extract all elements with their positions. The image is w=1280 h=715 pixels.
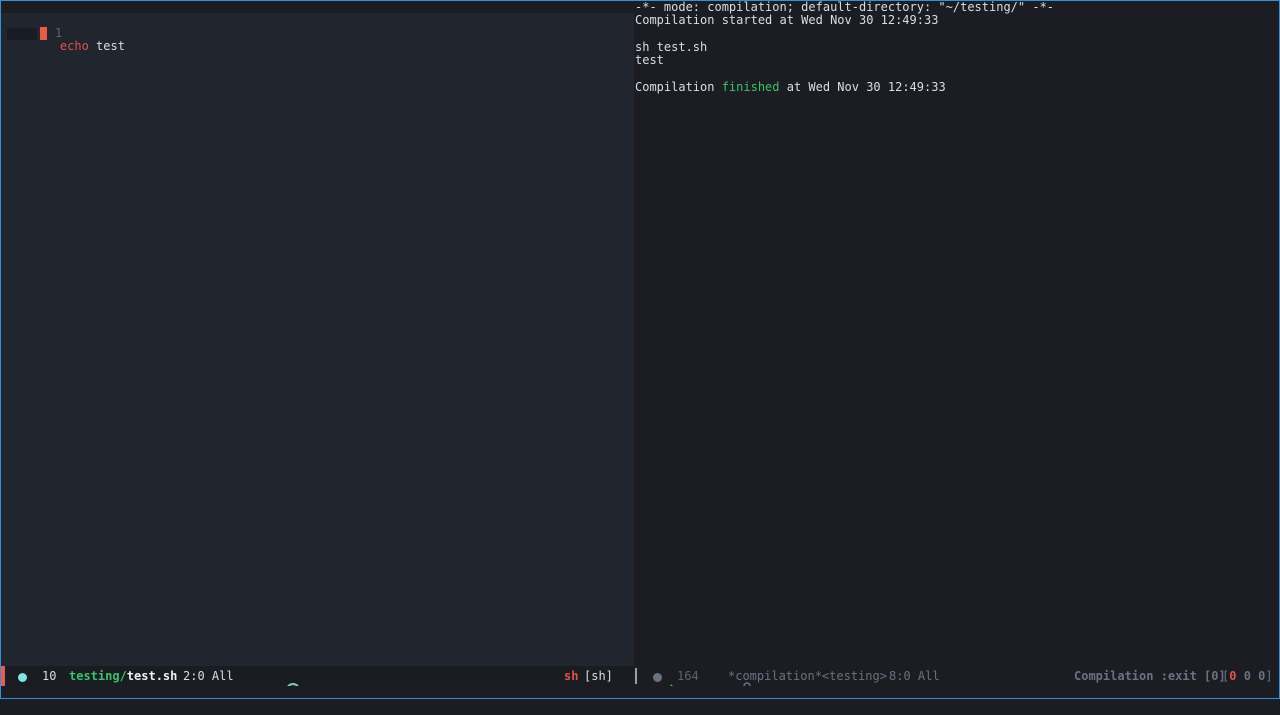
mode-line: 10 testing/test.sh 2:0 All sh [sh] 164 *… xyxy=(1,666,1279,698)
finished-suffix: at Wed Nov 30 12:49:33 xyxy=(779,80,946,94)
line-count-right: 164 xyxy=(677,669,699,683)
echo-area xyxy=(1,686,1279,698)
finished-prefix: Compilation xyxy=(635,80,722,94)
status-dot-icon xyxy=(18,671,27,685)
compilation-buffer-name[interactable]: *compilation*<testing> xyxy=(728,669,887,683)
buffer-file: test.sh xyxy=(126,669,178,683)
compilation-status: Compilation :exit [0] xyxy=(1074,669,1226,683)
error-counts: [0 0 0] xyxy=(1222,669,1273,683)
compilation-finished-line: Compilation finished at Wed Nov 30 12:49… xyxy=(635,81,946,94)
buffer-dir: testing/ xyxy=(69,669,127,683)
major-mode-bracket: [sh] xyxy=(584,669,613,683)
compilation-started-line: Compilation started at Wed Nov 30 12:49:… xyxy=(635,13,939,27)
line-count: 10 xyxy=(42,669,57,683)
window-divider xyxy=(635,668,637,684)
editor-pane[interactable]: 1 echo test xyxy=(1,13,634,666)
buffer-path[interactable]: testing/test.sh xyxy=(69,669,177,683)
text-cursor xyxy=(40,27,47,40)
major-mode[interactable]: sh xyxy=(564,669,578,683)
top-strip xyxy=(1,1,634,13)
cursor-position: 2:0 All xyxy=(183,669,234,683)
line-number: 1 xyxy=(54,26,63,40)
error-count: 0 xyxy=(1229,669,1237,683)
current-line-highlight xyxy=(7,28,37,40)
editor-line: 1 echo test xyxy=(26,14,125,53)
compilation-pane[interactable]: -*- mode: compilation; default-directory… xyxy=(634,1,1279,666)
status-dot-icon-right xyxy=(653,671,662,685)
mode-line-left: 10 testing/test.sh 2:0 All sh [sh] xyxy=(1,666,674,698)
modified-marker xyxy=(1,666,5,686)
finished-word: finished xyxy=(721,80,780,94)
line-text: test xyxy=(88,39,125,53)
warning-count: 0 xyxy=(1243,669,1251,683)
output-line: test xyxy=(635,53,664,67)
keyword-echo: echo xyxy=(59,39,89,53)
cursor-position-right: 8:0 All xyxy=(889,669,940,683)
